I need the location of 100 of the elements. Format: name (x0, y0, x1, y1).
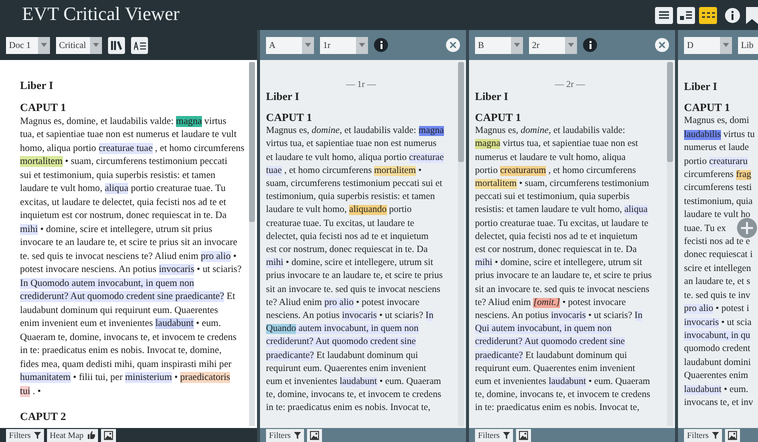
text-line: in te: praedicatus enim es nobis. Invocat te, (475, 402, 640, 416)
info-icon[interactable] (725, 8, 740, 22)
text-line: eum et invenientes laudabunt • eum. Quaeram (266, 376, 442, 390)
text-line: Quando autem invocabunt, in quem non (266, 323, 418, 336)
info-icon[interactable] (583, 38, 597, 52)
bookmark-icon[interactable] (746, 6, 758, 24)
filters-button[interactable]: Filters (6, 428, 44, 442)
witness-select[interactable]: D (684, 36, 732, 54)
text-line: resistis: et tamen laudare te vult homo, aliqua (475, 204, 648, 218)
chapter-title: CAPUT 1 (20, 102, 67, 114)
font-size-icon[interactable] (131, 36, 148, 54)
text-line: enim invenient eum et invenientes laudabunt • eum. (20, 317, 221, 330)
text-line: delectet, quia fecisti nos ad te et inquietum (475, 230, 638, 244)
text-line: circumferens testi (684, 182, 752, 196)
image-button[interactable] (306, 428, 322, 442)
text-line: mihi • domine, scire et intellegere, utrum sit (475, 257, 642, 270)
chapter-title: CAPUT 1 (475, 112, 521, 126)
text-line: homo, aliqua portio creaturae tuae , et homo circumferens (20, 142, 244, 155)
text-line: tuae , et homo circumferens mortalitem • (266, 164, 422, 178)
text-line: laudabunt domini (684, 356, 751, 370)
text-line: Quaerentes enim (684, 370, 748, 384)
text-line: portio creaturarum , et homo circumferens (475, 164, 636, 178)
text-line: te. sed quis te invocat nesciens te? Aliud enim pro alio • (20, 250, 236, 263)
text-line: laudare te vult homo, aliqua portio creaturae tuae. Tu (20, 182, 226, 196)
text-line: inquietum est cor nostrum, donec requiescat in te. Da (20, 209, 227, 222)
view-toggle[interactable] (677, 6, 695, 24)
view-toggle[interactable] (699, 6, 717, 24)
text-line: te, domine, invocans te, et invocem te credens (475, 389, 650, 402)
text-line: laudabilis virtus tu (684, 128, 755, 142)
close-icon[interactable] (446, 38, 460, 52)
text-line: requirunt eum. Quaerentes enim invenient (475, 362, 636, 376)
hand-icon (86, 431, 94, 439)
text-line: donec requiescat i (684, 249, 753, 262)
text-line: crediderunt? Aut quomodo credent sine praedicante? Et (20, 290, 236, 304)
text-line: humanitatem • filii tui, per ministerium • praedicatoris (20, 371, 230, 384)
text-line: mortalitem • suam, circumferens testimonium peccati (20, 155, 228, 168)
text-line: prius invocare te an laudare te, et scire te prius (266, 270, 443, 284)
drag-handle[interactable] (737, 218, 757, 238)
page-label: — 2r — (554, 78, 586, 91)
filters-button[interactable]: Filters (684, 428, 722, 442)
caret-icon (41, 43, 47, 47)
scrollbar[interactable] (458, 62, 464, 426)
chapter-title: CAPUT 1 (266, 112, 312, 126)
heat-map-button[interactable]: Heat Map (46, 428, 98, 442)
text-line: Quaeram te, domine, invocans te, et invocem te credens (20, 330, 237, 344)
text-line: mihi • domine, scire et intellegere, utrum sit (266, 257, 434, 270)
witness-select[interactable]: B (475, 36, 523, 54)
text-line: virtus tua, et sapientiae tuae non est numerus (266, 138, 436, 152)
filters-button[interactable]: Filters (475, 428, 513, 442)
chapter-title: CAPUT 1 (684, 102, 730, 116)
text-line: portio creaturae tuae. Tu excitas, ut laudare te (475, 218, 648, 231)
text-line: mihi • domine, scire et intellegere, utrum sit prius (20, 222, 212, 236)
text-line: potest invocare nesciens. An potius invocaris • ut sciaris? (20, 263, 242, 276)
text-line: Magnus es, domi (684, 115, 750, 128)
text-line: laudare te vult homo, aliquando portio (266, 204, 412, 218)
text-line: nesciens. An potius invocaris • ut sciaris? In (266, 310, 434, 324)
text-line: pro alio • potest i (684, 303, 750, 316)
image-button[interactable] (724, 428, 740, 442)
text-line: tua, et sapientiae tuae non est numerus et laudare te vult (20, 128, 237, 142)
text-line: excitas, ut laudare te delectet, quia fecisti nos ad te et (20, 196, 226, 209)
edition-select[interactable]: Critical (56, 36, 102, 54)
text-line: te, domine, invocans te, et invocem te credens (266, 389, 442, 402)
text-line: est cor nostrum, donec requiescat in te. Da (266, 244, 428, 258)
page-select[interactable]: 2r (529, 36, 577, 54)
info-icon[interactable] (374, 38, 388, 52)
document-select[interactable]: Doc 1 (6, 36, 50, 54)
text-line: praedicante? Et laudabunt dominum qui (475, 350, 627, 363)
list-icon (656, 9, 672, 21)
filter-icon (712, 432, 719, 438)
text-line: tuae. Tu ex (684, 222, 726, 236)
text-line: te? Aliud enim [omit.] • potest invocare (475, 296, 626, 310)
image-icon (518, 430, 528, 440)
text-line: in te: praedicatus enim es nobis. Invocat te, domine, (20, 344, 222, 358)
text-line: portio creaturaru (684, 156, 748, 169)
text-line: quomodo credent (684, 343, 750, 356)
image-button[interactable] (516, 428, 531, 442)
columns-icon (700, 9, 716, 21)
book-title: Liber I (475, 91, 510, 104)
scrollbar[interactable] (249, 62, 255, 426)
page-select[interactable]: Lib (738, 36, 758, 54)
book-title: Liber I (20, 80, 54, 94)
chapter-title: CAPUT 2 (20, 411, 67, 424)
text-line: numerus et laude (684, 142, 749, 156)
text-line: magna virtus tua, et sapientiae tuae non est (475, 138, 638, 152)
witness-select[interactable]: A (266, 36, 314, 54)
filters-button[interactable]: Filters (266, 428, 304, 442)
text-line: nesciens. An potius invocaris • ut sciaris? In (475, 310, 642, 324)
text-line: sit an invocare te. sed quis te invocat nesciens (266, 284, 440, 297)
view-toggle[interactable] (655, 6, 673, 24)
image-button[interactable] (100, 428, 116, 442)
text-line: invocans te, et inv (684, 396, 754, 410)
text-line: testimonium, quia (684, 196, 753, 209)
caret-icon (93, 43, 99, 47)
close-icon[interactable] (655, 38, 669, 52)
scrollbar[interactable] (667, 62, 673, 426)
page-select[interactable]: 1r (320, 36, 368, 54)
book-icon[interactable] (108, 36, 125, 54)
text-line: in te: praedicatus enim es nobis. Invocat te, (266, 402, 430, 416)
image-icon (728, 430, 737, 440)
image-icon (104, 430, 112, 440)
